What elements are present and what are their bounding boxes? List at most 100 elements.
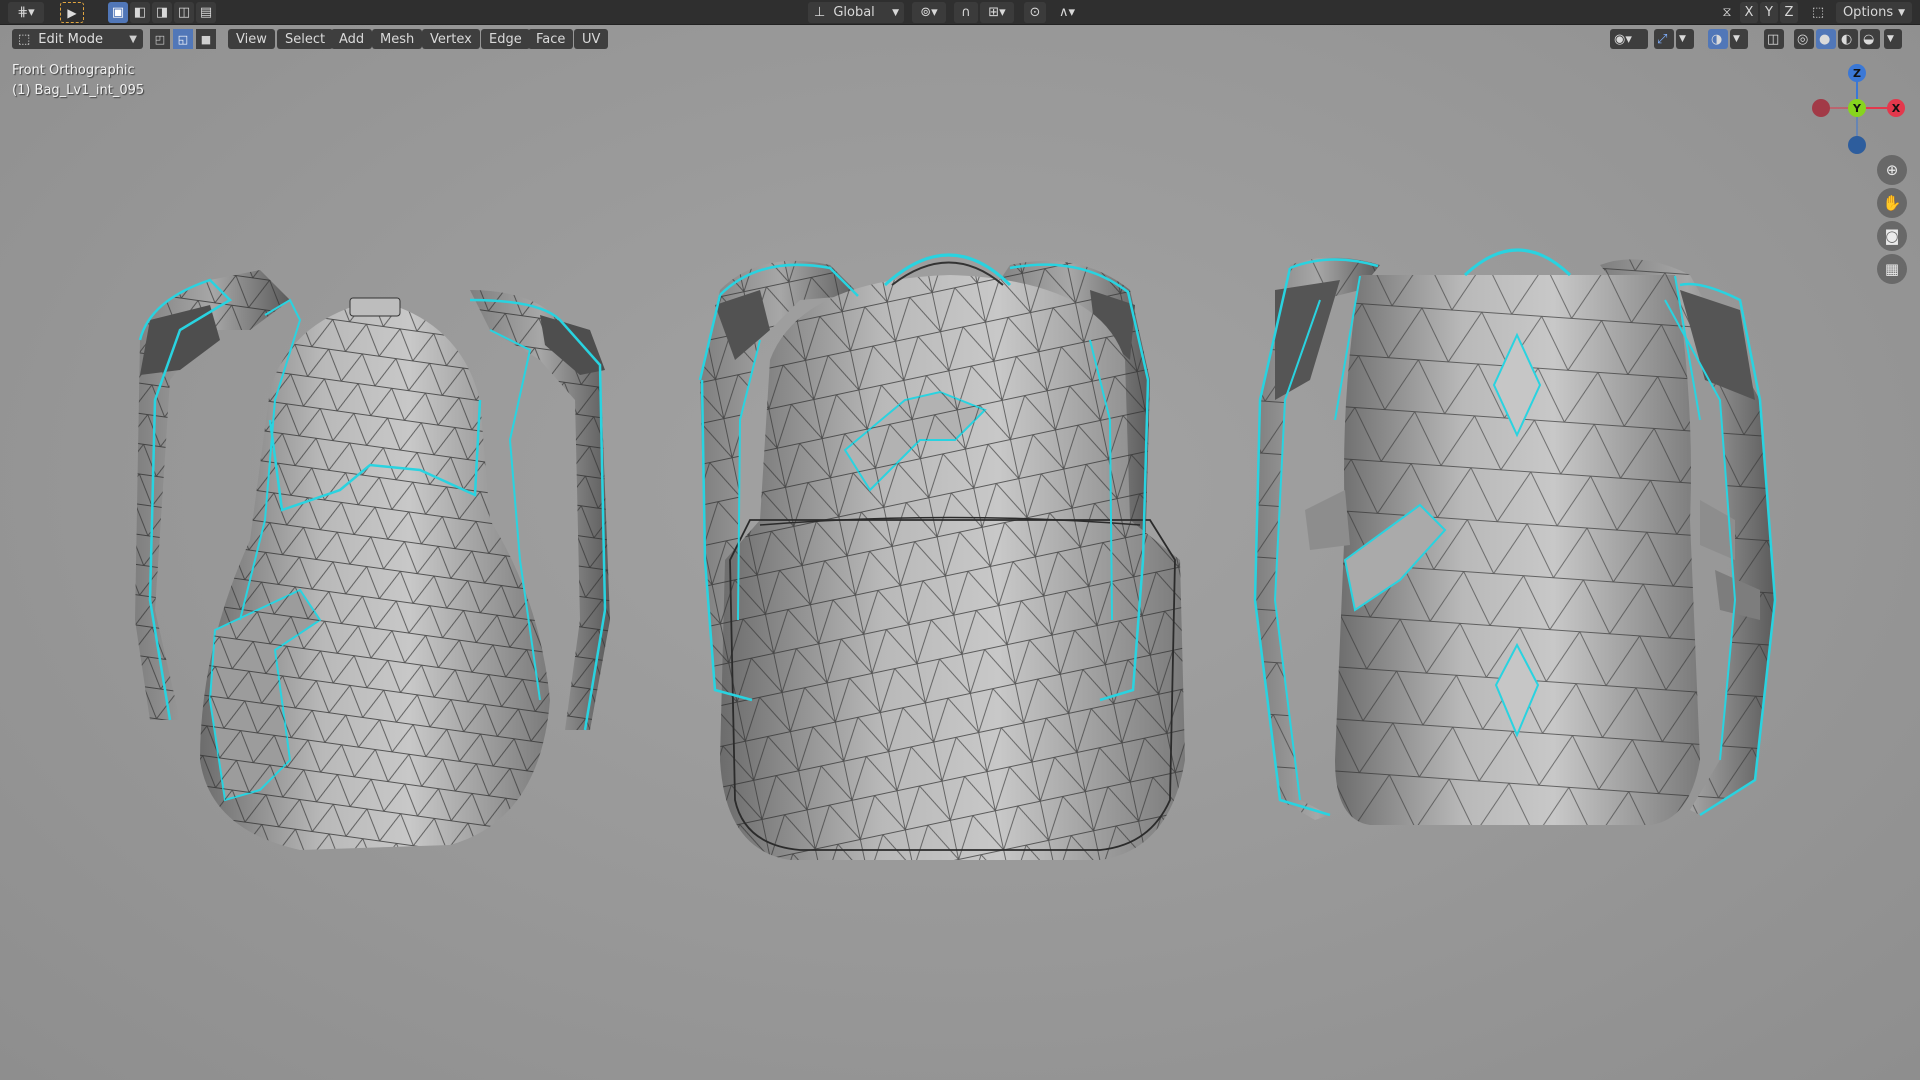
object-name-label: (1) Bag_Lv1_int_095 [12,83,145,98]
face-select-icon: ■ [200,32,212,46]
pan-view-button[interactable]: ✋ [1877,188,1907,218]
gizmo-neg-x-axis[interactable] [1812,99,1830,117]
vertex-select-icon: ◰ [154,32,166,46]
gizmo-z-label: Z [1853,66,1861,80]
backpack-front-view[interactable] [698,253,1185,860]
overlays-icon: ◑ [1711,31,1723,47]
vertex-select-mode-button[interactable]: ◰ [150,29,170,49]
select-new-button[interactable]: ▣ [108,2,128,23]
mirror-x-toggle[interactable]: X [1740,2,1758,23]
viewport-canvas [135,248,1777,860]
xray-icon: ◫ [1767,31,1780,47]
orientation-icon: ⊥ [814,5,826,20]
gizmo-toggle[interactable]: ⤢ [1654,29,1674,49]
wireframe-shading-icon: ◎ [1797,31,1809,47]
3d-viewport[interactable] [0,0,1920,1080]
menu-vertex-label: Vertex [430,31,472,47]
transform-orientation-dropdown[interactable]: ⊥ Global ▼ [808,2,904,23]
rendered-shading-icon: ◒ [1863,31,1875,47]
edge-select-mode-button[interactable]: ◱ [173,29,193,49]
menu-select-label: Select [285,31,326,47]
camera-view-button[interactable]: ◙ [1877,221,1907,251]
menu-view[interactable]: View [228,29,275,49]
toggle-projection-button[interactable]: ▦ [1877,254,1907,284]
camera-icon: ◙ [1884,227,1900,245]
blender-window: ⋕▾ ▶ ▣ ◧ ◨ ◫ ▤ ⊥ Global ▼ ⊚▾ ∩ ⊞▾ ⊙ ∧▾ ⧖… [0,0,1920,1080]
cursor-icon: ▶ [67,5,77,20]
tool-select-button[interactable]: ▶ [60,2,84,23]
navigation-gizmo[interactable]: Z X Y [1805,60,1915,160]
options-dropdown[interactable]: Options ▼ [1836,2,1912,23]
chevron-down-icon: ▼ [1887,34,1894,44]
falloff-curve-icon: ∧▾ [1058,5,1076,20]
edit-mode-icon: ⬚ [18,31,31,47]
face-select-mode-button[interactable]: ■ [196,29,216,49]
gizmo-y-label: Y [1853,101,1861,115]
material-shading-icon: ◐ [1841,31,1853,47]
shading-material-button[interactable]: ◐ [1838,29,1858,49]
backpack-back-view[interactable] [1253,248,1777,825]
shading-rendered-button[interactable]: ◒ [1860,29,1880,49]
auto-merge-icon: ⬚ [1811,5,1825,20]
transform-orientation-value: Global [833,5,875,20]
menu-uv-label: UV [582,31,601,47]
pivot-icon: ⊚▾ [920,5,938,20]
menu-edge[interactable]: Edge [481,29,530,49]
select-extend-icon: ◧ [133,5,147,20]
proportional-edit-icon: ⊙ [1029,5,1041,20]
menu-mesh-label: Mesh [380,31,415,47]
select-intersect-icon: ▤ [199,5,213,20]
select-intersect-button[interactable]: ▤ [196,2,216,23]
mirror-icon: ⧖ [1722,5,1732,20]
menu-vertex[interactable]: Vertex [422,29,480,49]
select-invert-icon: ◫ [177,5,191,20]
mirror-y-toggle[interactable]: Y [1760,2,1778,23]
falloff-dropdown[interactable]: ∧▾ [1050,2,1084,23]
select-subtract-button[interactable]: ◨ [152,2,172,23]
mirror-x-label: X [1744,5,1754,20]
overlays-toggle[interactable]: ◑ [1708,29,1728,49]
chevron-down-icon: ▼ [129,33,137,45]
gizmo-x-axis[interactable]: X [1887,99,1905,117]
menu-face[interactable]: Face [528,29,574,49]
editor-type-button[interactable]: ⋕▾ [8,2,44,23]
shading-wireframe-button[interactable]: ◎ [1794,29,1814,49]
proportional-edit-toggle[interactable]: ⊙ [1024,2,1046,23]
menu-uv[interactable]: UV [574,29,609,49]
select-invert-button[interactable]: ◫ [174,2,194,23]
editor-type-icon: ⋕▾ [17,5,35,20]
xray-toggle[interactable]: ◫ [1764,29,1784,49]
backpack-side-view[interactable] [135,270,610,850]
select-extend-button[interactable]: ◧ [130,2,150,23]
gizmo-dropdown[interactable]: ▼ [1676,29,1694,49]
shading-solid-button[interactable]: ● [1816,29,1836,49]
auto-merge-toggle[interactable]: ⬚ [1806,2,1830,23]
interaction-mode-value: Edit Mode [38,31,104,47]
pivot-point-dropdown[interactable]: ⊚▾ [912,2,946,23]
tool-header: ⋕▾ ▶ ▣ ◧ ◨ ◫ ▤ ⊥ Global ▼ ⊚▾ ∩ ⊞▾ ⊙ ∧▾ ⧖… [0,0,1920,25]
mirror-z-toggle[interactable]: Z [1780,2,1798,23]
menu-select[interactable]: Select [277,29,334,49]
gizmo-y-axis[interactable]: Y [1848,99,1866,117]
chevron-down-icon: ▼ [1679,34,1686,44]
gizmo-z-axis[interactable]: Z [1848,64,1866,82]
viewport-header: ⬚ Edit Mode ▼ ◰ ◱ ■ View Select Add Mesh… [0,26,1920,52]
chevron-down-icon: ▼ [892,7,899,18]
grid-icon: ▦ [1884,260,1900,278]
snap-toggle[interactable]: ∩ [954,2,978,23]
overlays-dropdown[interactable]: ▼ [1730,29,1748,49]
mirror-options-button[interactable]: ⧖ [1716,2,1738,23]
shading-dropdown[interactable]: ▼ [1884,29,1902,49]
zoom-view-button[interactable]: ⊕ [1877,155,1907,185]
options-label: Options [1842,5,1894,20]
visibility-dropdown[interactable]: ◉▾ [1610,29,1648,49]
gizmo-neg-z-axis[interactable] [1848,136,1866,154]
menu-add[interactable]: Add [331,29,373,49]
eye-icon: ◉▾ [1614,31,1632,47]
menu-view-label: View [236,31,267,47]
interaction-mode-dropdown[interactable]: ⬚ Edit Mode ▼ [12,29,143,49]
snap-target-dropdown[interactable]: ⊞▾ [980,2,1014,23]
gizmo-icon: ⤢ [1657,31,1668,47]
menu-face-label: Face [536,31,566,47]
menu-mesh[interactable]: Mesh [372,29,423,49]
